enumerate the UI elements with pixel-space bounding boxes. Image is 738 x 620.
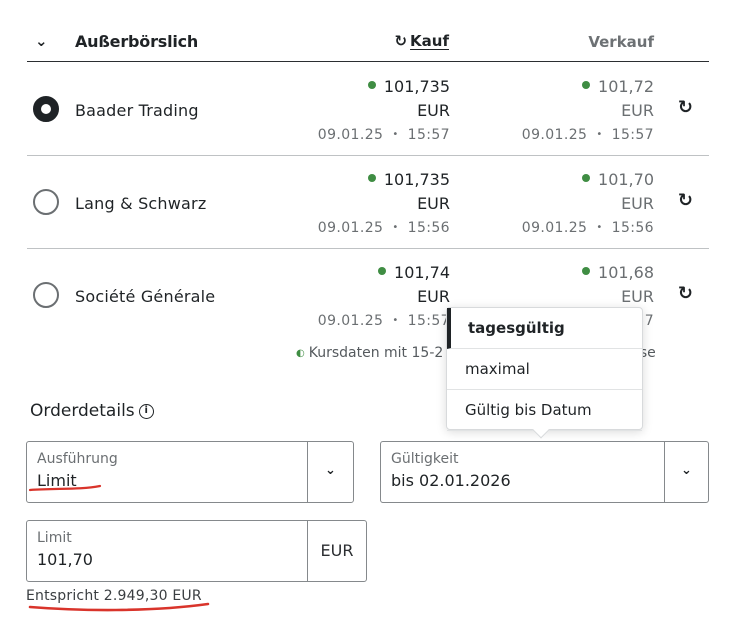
buy-price: 101,735 bbox=[383, 77, 450, 96]
validity-value[interactable]: bis 02.01.2026 bbox=[391, 471, 511, 490]
execution-value[interactable]: Limit bbox=[37, 471, 77, 490]
buy-currency: EUR bbox=[417, 194, 450, 213]
section-title: Außerbörslich bbox=[75, 32, 199, 51]
buy-time: 15:57 bbox=[407, 127, 450, 143]
validity-select[interactable]: Gültigkeit bis 02.01.2026 ⌄ bbox=[380, 441, 709, 503]
live-dot-icon bbox=[367, 174, 376, 182]
venue-name: Baader Trading bbox=[75, 101, 199, 120]
info-dot-icon: ◐ bbox=[296, 348, 305, 359]
buy-date: 09.01.25 bbox=[317, 127, 384, 143]
buy-price: 101,735 bbox=[383, 170, 450, 189]
equivalent-amount: Entspricht 2.949,30 EUR bbox=[26, 588, 202, 604]
orderdetails-title: Orderdetails i bbox=[30, 401, 154, 421]
refresh-icon[interactable]: ↻ bbox=[394, 32, 407, 50]
sell-quote: 101,72 EUR 09.01.25 • 15:57 bbox=[521, 77, 654, 143]
sell-quote: 101,70 EUR 09.01.25 • 15:56 bbox=[521, 170, 654, 236]
sell-date: 09.01.25 bbox=[521, 127, 588, 143]
sell-price: 101,72 bbox=[598, 77, 654, 96]
chevron-down-icon[interactable]: ⌄ bbox=[307, 442, 353, 502]
execution-select[interactable]: Ausführung Limit ⌄ bbox=[26, 441, 354, 503]
venue-row-baader[interactable]: Baader Trading 101,735 EUR 09.01.25 • 15:5… bbox=[27, 63, 709, 156]
buy-column-header[interactable]: ↻ Kauf bbox=[394, 32, 449, 50]
sell-currency: EUR bbox=[621, 194, 654, 213]
validity-option-tagesgueltig[interactable]: tagesgültig bbox=[447, 308, 642, 349]
buy-time: 15:56 bbox=[407, 220, 450, 236]
validity-dropdown[interactable]: tagesgültig maximal Gültig bis Datum bbox=[446, 307, 643, 439]
market-table-header: ⌄ Außerbörslich ↻ Kauf Verkauf bbox=[27, 22, 709, 62]
limit-input-group[interactable]: Limit 101,70 EUR bbox=[26, 520, 367, 582]
sell-time: 15:56 bbox=[611, 220, 654, 236]
sell-currency: EUR bbox=[621, 287, 654, 306]
live-dot-icon bbox=[378, 267, 387, 275]
venue-name: Société Générale bbox=[75, 287, 216, 306]
venue-radio[interactable] bbox=[33, 96, 59, 122]
buy-price: 101,74 bbox=[394, 263, 450, 282]
chevron-down-icon[interactable]: ⌄ bbox=[35, 32, 48, 50]
live-dot-icon bbox=[582, 174, 591, 182]
live-dot-icon bbox=[582, 81, 591, 89]
buy-date: 09.01.25 bbox=[317, 220, 384, 236]
refresh-icon[interactable]: ↻ bbox=[678, 190, 693, 211]
refresh-icon[interactable]: ↻ bbox=[678, 283, 693, 304]
info-icon[interactable]: i bbox=[138, 404, 154, 419]
sell-column-header: Verkauf bbox=[588, 33, 654, 51]
buy-date: 09.01.25 bbox=[317, 313, 384, 329]
sell-currency: EUR bbox=[621, 101, 654, 120]
orderdetails-title-text: Orderdetails bbox=[30, 401, 135, 421]
chevron-down-icon[interactable]: ⌄ bbox=[664, 442, 708, 502]
live-dot-icon bbox=[367, 81, 376, 89]
buy-currency: EUR bbox=[417, 287, 450, 306]
buy-quote: 101,74 EUR 09.01.25 • 15:57 bbox=[317, 263, 450, 329]
buy-currency: EUR bbox=[417, 101, 450, 120]
sell-time: 15:57 bbox=[611, 127, 654, 143]
sell-price: 101,68 bbox=[598, 263, 654, 282]
validity-option-maximal[interactable]: maximal bbox=[447, 349, 642, 390]
live-dot-icon bbox=[582, 267, 591, 275]
venue-name: Lang & Schwarz bbox=[75, 194, 207, 213]
note-text-left: Kursdaten mit 15-2 bbox=[308, 345, 444, 361]
buy-quote: 101,735 EUR 09.01.25 • 15:56 bbox=[317, 170, 450, 236]
refresh-icon[interactable]: ↻ bbox=[678, 97, 693, 118]
execution-label: Ausführung bbox=[37, 451, 118, 467]
buy-column-label[interactable]: Kauf bbox=[410, 32, 449, 50]
sell-price: 101,70 bbox=[598, 170, 654, 189]
buy-quote: 101,735 EUR 09.01.25 • 15:57 bbox=[317, 77, 450, 143]
buy-time: 15:57 bbox=[407, 313, 450, 329]
validity-label: Gültigkeit bbox=[391, 451, 459, 467]
sell-date: 09.01.25 bbox=[521, 220, 588, 236]
limit-currency: EUR bbox=[307, 521, 366, 581]
venue-radio[interactable] bbox=[33, 282, 59, 308]
venue-row-lang-schwarz[interactable]: Lang & Schwarz 101,735 EUR 09.01.25 • 15:5… bbox=[27, 156, 709, 249]
limit-label: Limit bbox=[37, 530, 72, 546]
limit-input[interactable]: 101,70 bbox=[37, 550, 93, 569]
annotation-underline-entspricht bbox=[28, 602, 210, 612]
venue-radio[interactable] bbox=[33, 189, 59, 215]
